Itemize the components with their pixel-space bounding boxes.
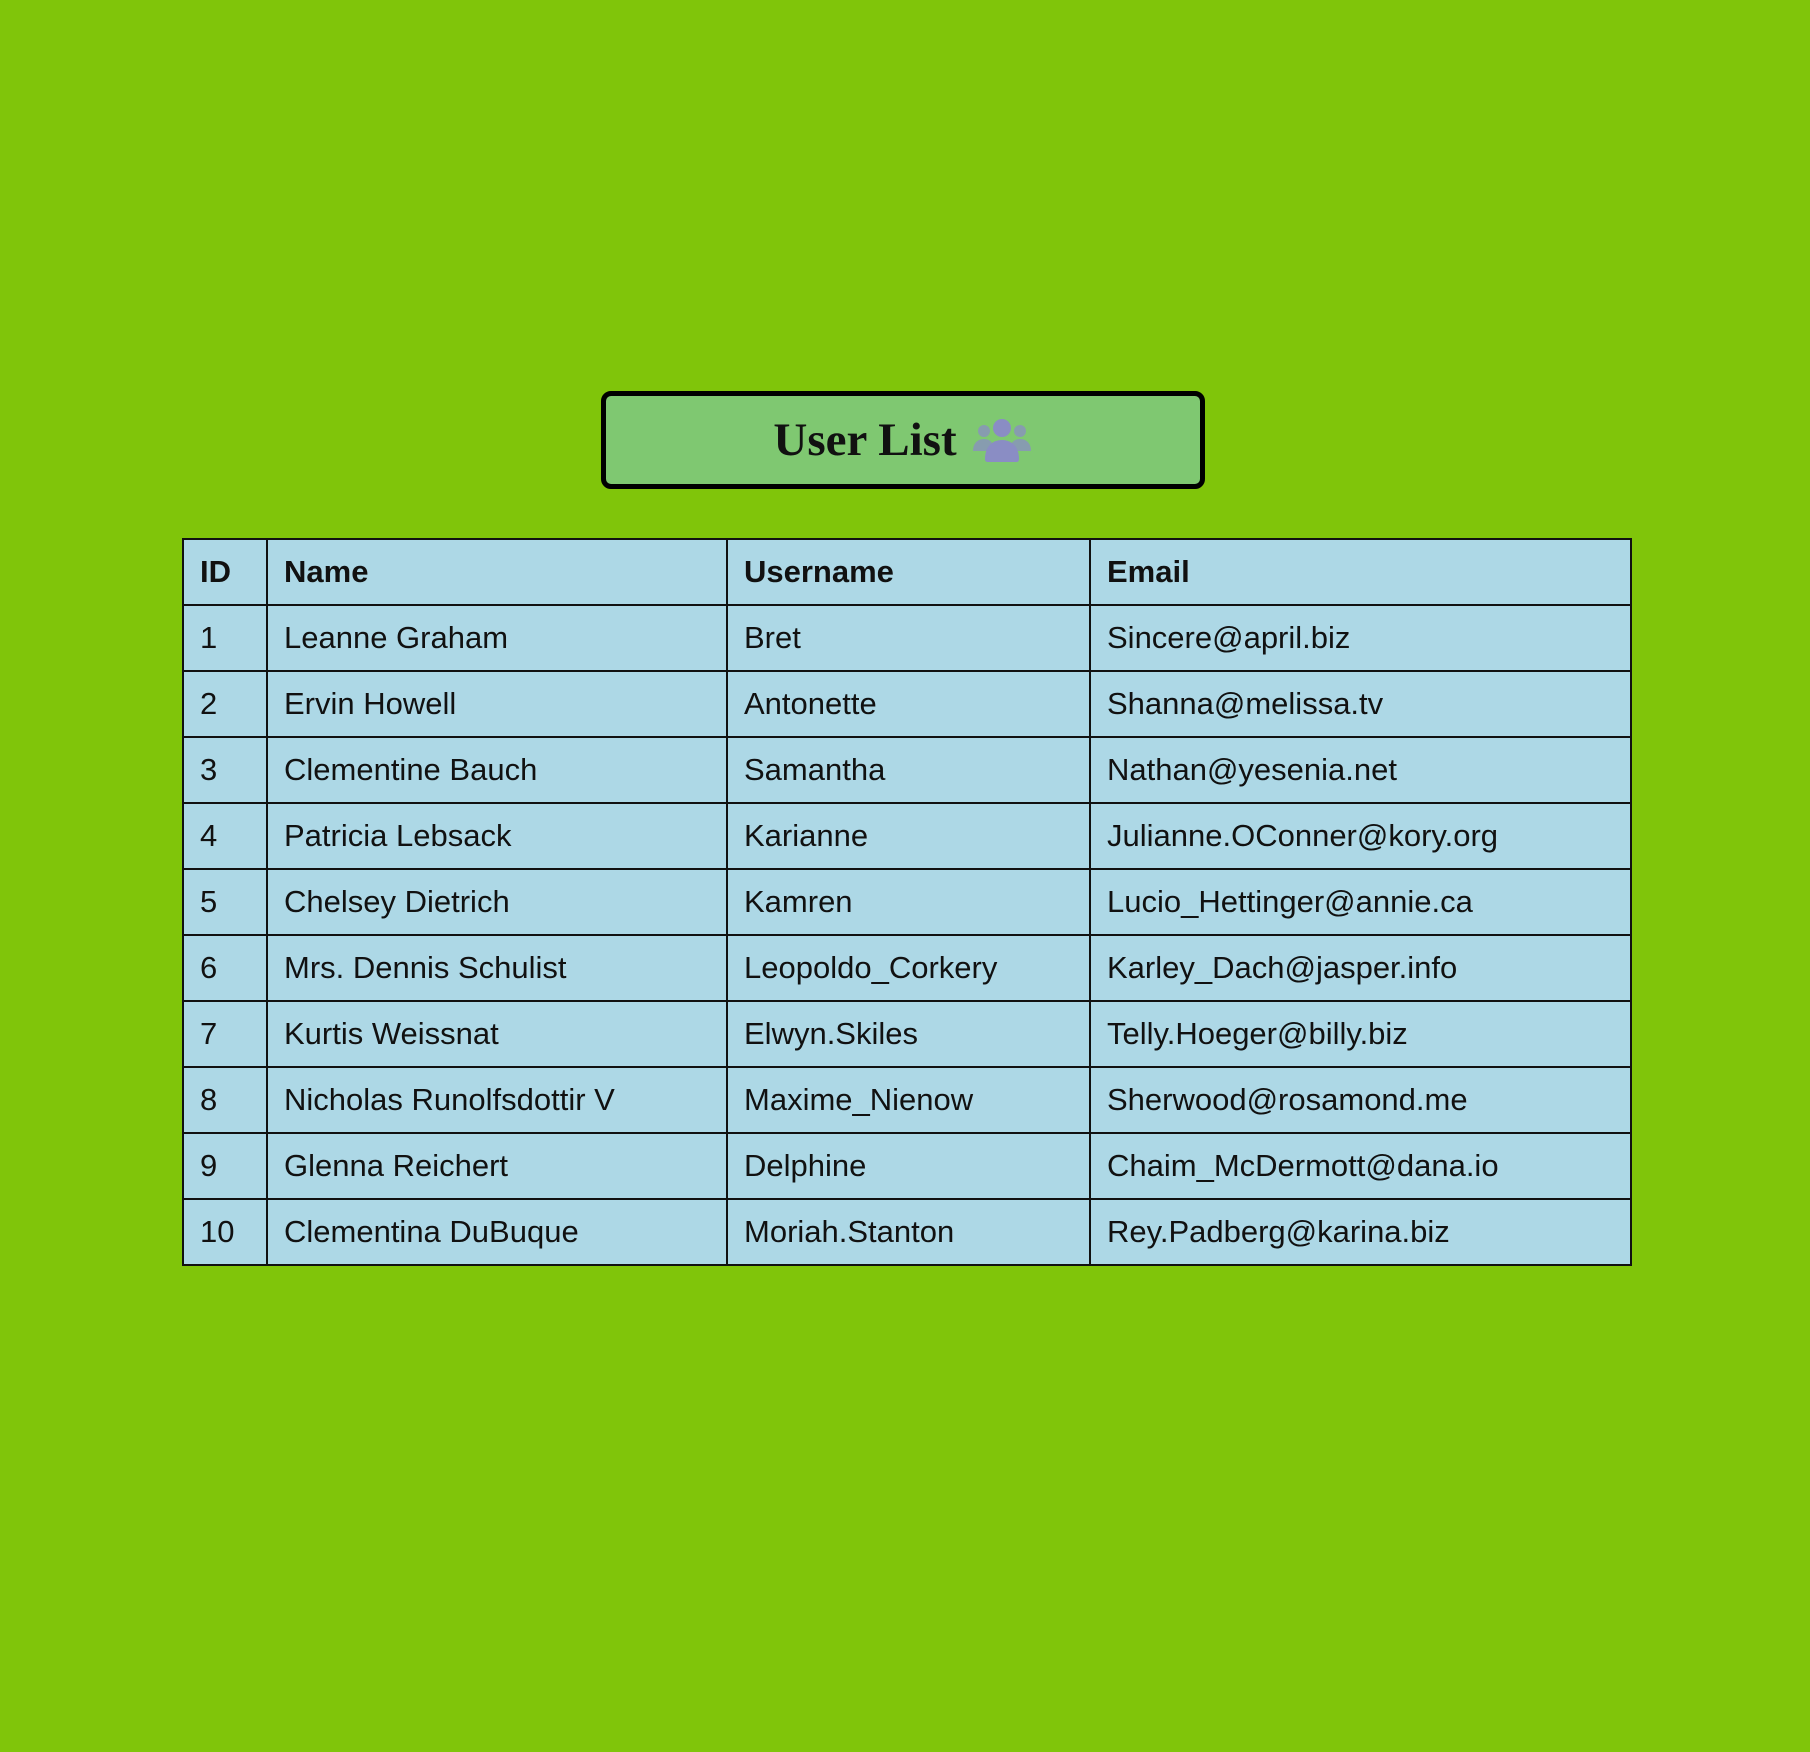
cell-email: Julianne.OConner@kory.org xyxy=(1089,802,1632,870)
cell-email: Chaim_McDermott@dana.io xyxy=(1089,1132,1632,1200)
cell-id: 1 xyxy=(182,604,268,672)
cell-id: 3 xyxy=(182,736,268,804)
cell-name: Glenna Reichert xyxy=(266,1132,728,1200)
table-row: 2 Ervin Howell Antonette Shanna@melissa.… xyxy=(182,670,1632,738)
cell-email: Rey.Padberg@karina.biz xyxy=(1089,1198,1632,1266)
cell-name: Nicholas Runolfsdottir V xyxy=(266,1066,728,1134)
table-row: 9 Glenna Reichert Delphine Chaim_McDermo… xyxy=(182,1132,1632,1200)
column-header-id: ID xyxy=(182,538,268,606)
cell-email: Karley_Dach@jasper.info xyxy=(1089,934,1632,1002)
table-row: 10 Clementina DuBuque Moriah.Stanton Rey… xyxy=(182,1198,1632,1266)
cell-username: Maxime_Nienow xyxy=(726,1066,1091,1134)
cell-name: Chelsey Dietrich xyxy=(266,868,728,936)
table-row: 3 Clementine Bauch Samantha Nathan@yesen… xyxy=(182,736,1632,804)
user-table: ID Name Username Email 1 Leanne Graham B… xyxy=(182,538,1632,1266)
table-row: 6 Mrs. Dennis Schulist Leopoldo_Corkery … xyxy=(182,934,1632,1002)
cell-name: Patricia Lebsack xyxy=(266,802,728,870)
cell-email: Shanna@melissa.tv xyxy=(1089,670,1632,738)
cell-username: Karianne xyxy=(726,802,1091,870)
table-row: 8 Nicholas Runolfsdottir V Maxime_Nienow… xyxy=(182,1066,1632,1134)
cell-name: Leanne Graham xyxy=(266,604,728,672)
cell-email: Sincere@april.biz xyxy=(1089,604,1632,672)
cell-name: Kurtis Weissnat xyxy=(266,1000,728,1068)
cell-username: Kamren xyxy=(726,868,1091,936)
cell-username: Samantha xyxy=(726,736,1091,804)
title-box: User List xyxy=(601,391,1205,489)
cell-email: Nathan@yesenia.net xyxy=(1089,736,1632,804)
cell-id: 9 xyxy=(182,1132,268,1200)
users-icon xyxy=(971,417,1033,463)
column-header-email: Email xyxy=(1089,538,1632,606)
table-row: 4 Patricia Lebsack Karianne Julianne.OCo… xyxy=(182,802,1632,870)
cell-id: 10 xyxy=(182,1198,268,1266)
table-row: 7 Kurtis Weissnat Elwyn.Skiles Telly.Hoe… xyxy=(182,1000,1632,1068)
column-header-name: Name xyxy=(266,538,728,606)
cell-username: Bret xyxy=(726,604,1091,672)
cell-id: 5 xyxy=(182,868,268,936)
cell-id: 4 xyxy=(182,802,268,870)
cell-id: 6 xyxy=(182,934,268,1002)
cell-id: 7 xyxy=(182,1000,268,1068)
cell-username: Delphine xyxy=(726,1132,1091,1200)
cell-name: Clementine Bauch xyxy=(266,736,728,804)
cell-name: Mrs. Dennis Schulist xyxy=(266,934,728,1002)
cell-id: 8 xyxy=(182,1066,268,1134)
cell-email: Lucio_Hettinger@annie.ca xyxy=(1089,868,1632,936)
page-title: User List xyxy=(773,413,957,466)
table-header-row: ID Name Username Email xyxy=(182,538,1632,606)
cell-username: Elwyn.Skiles xyxy=(726,1000,1091,1068)
cell-id: 2 xyxy=(182,670,268,738)
column-header-username: Username xyxy=(726,538,1091,606)
cell-username: Leopoldo_Corkery xyxy=(726,934,1091,1002)
table-row: 5 Chelsey Dietrich Kamren Lucio_Hettinge… xyxy=(182,868,1632,936)
cell-email: Telly.Hoeger@billy.biz xyxy=(1089,1000,1632,1068)
cell-username: Moriah.Stanton xyxy=(726,1198,1091,1266)
cell-email: Sherwood@rosamond.me xyxy=(1089,1066,1632,1134)
cell-name: Ervin Howell xyxy=(266,670,728,738)
cell-username: Antonette xyxy=(726,670,1091,738)
table-row: 1 Leanne Graham Bret Sincere@april.biz xyxy=(182,604,1632,672)
cell-name: Clementina DuBuque xyxy=(266,1198,728,1266)
